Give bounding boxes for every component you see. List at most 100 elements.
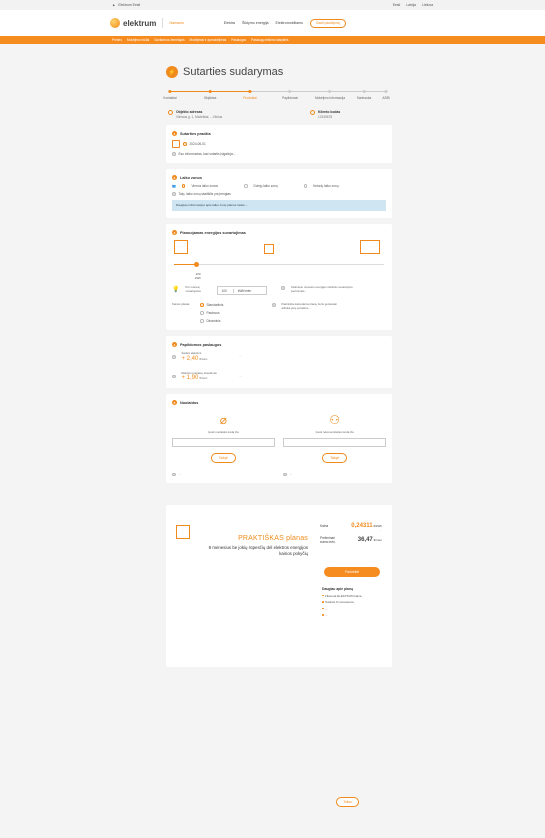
subnav-item-2[interactable]: Savitarnos žemėlapis [154, 38, 184, 42]
plan-icon [176, 525, 190, 540]
client-code-value: 12345678 [318, 115, 333, 119]
card-heading: 5 Nuolaidos [172, 400, 386, 406]
monthly-label: Preliminari suma mėn. [320, 536, 336, 545]
top-left-text[interactable]: Elektrum Eesti [118, 3, 140, 7]
subnav-item-0[interactable]: Prekės [112, 38, 122, 42]
plan-option-2[interactable]: Dinaminis [200, 319, 266, 323]
section-number-icon: 3 [172, 230, 177, 235]
people-icon: 👥 [172, 184, 176, 188]
promo-note: ... [178, 471, 181, 476]
plan-radio-1[interactable] [200, 311, 204, 315]
consumption-card: 3 Planuojamas energijos suvartojimas 100 … [166, 224, 392, 330]
price-label: Kaina [320, 524, 329, 529]
meter-checkbox[interactable] [172, 192, 176, 196]
promo-code-label: Įvesk nuolaidos kodą čia [208, 430, 239, 435]
step-0[interactable]: Kontaktai [163, 88, 177, 100]
main-nav: Elektra Šildymo energija Elektromobiliam… [224, 21, 303, 25]
info-icon [172, 472, 176, 477]
date-radio[interactable] [183, 142, 187, 146]
header-divider [162, 18, 164, 28]
subnav-item-3[interactable]: Mokėjimai ir apmokėjimas [190, 38, 227, 42]
step-4: Mokėjimo informacija [315, 88, 345, 100]
monthly-value: 36,47 [357, 537, 373, 544]
consumption-input-row: 💡 Per mėnesį suvartojama 100 kWh/mėn Kie… [172, 285, 386, 295]
benefit-item: ... [322, 613, 380, 617]
slider-readout: 100 kWh [192, 272, 204, 280]
step-dot [168, 89, 172, 93]
service-checkbox-1[interactable] [172, 374, 176, 379]
consumption-slider[interactable] [172, 240, 386, 272]
step-label: Objektas [203, 95, 217, 100]
start-date-value[interactable]: 2024-06-01 [190, 142, 206, 146]
bulb-icon: 💡 [172, 287, 180, 293]
referral-apply-wrap: Taikyti [283, 452, 386, 463]
service-checkbox-0[interactable] [172, 355, 176, 359]
step-dot [362, 89, 366, 93]
subnav-item-5[interactable]: Paslaugų teikimo taisyklės [251, 38, 288, 42]
link-country-1[interactable]: Latvija [406, 3, 416, 7]
plan-hint: Pasirinkite kainodaros planą, kuris geri… [281, 302, 337, 310]
subnav-item-4[interactable]: Paslaugos [231, 38, 246, 42]
promo-apply-wrap: Taikyti [172, 452, 275, 463]
service-box-0: Saulės elektrinė + 2,40 €/mėn [182, 351, 234, 361]
promo-code-column: ⌀ Įvesk nuolaidos kodą čia Taikyti ... [172, 413, 275, 477]
plan-option-0[interactable]: Standartinis [200, 303, 266, 307]
plan-radio-0[interactable] [200, 303, 204, 307]
logo[interactable]: elektrum [110, 18, 156, 28]
service-box-1: Elektros prietaisų draudimas + 1,90 €/mė… [182, 371, 234, 381]
apply-referral-button[interactable]: Taikyti [322, 452, 348, 463]
info-icon [272, 303, 276, 307]
select-plan-button[interactable]: Pasirinkti [324, 567, 380, 578]
service-unit-1: €/mėn [199, 376, 208, 381]
plan-option-1[interactable]: Pastovus [200, 311, 266, 315]
subnav-item-1[interactable]: Mokėjimo būdai [127, 38, 149, 42]
link-country-0[interactable]: Eesti [393, 3, 401, 7]
step-2[interactable]: Produktai [243, 88, 257, 100]
zone-note-row: Taip, laiko zonų skaitiklis yra įrengtas [172, 192, 386, 196]
zone-radio-2[interactable] [303, 184, 308, 188]
promo-note-row: ... [172, 471, 275, 477]
date-note: Esu informuotas, kad sutartis įsigalioja… [178, 152, 236, 156]
referral-icon: ⚇ [329, 413, 341, 428]
zone-label-1: Dviejų laiko zonų [253, 184, 278, 188]
plan-radio-2[interactable] [200, 319, 204, 323]
step-1[interactable]: Objektas [203, 88, 217, 100]
referral-code-label: Įvesk rekomendacijos kodą čia [315, 430, 354, 435]
info-icon [281, 286, 285, 290]
user-icon [310, 110, 315, 115]
card-heading: 1 Sutarties pradžia [172, 131, 386, 136]
slider-thumb[interactable] [194, 262, 199, 267]
zone-note: Taip, laiko zonų skaitiklis yra įrengtas [178, 192, 231, 196]
nav-item-2[interactable]: Elektromobiliams [276, 21, 303, 25]
service-row-0: Saulės elektrinė + 2,40 €/mėn ... [172, 351, 386, 362]
promo-code-input[interactable] [172, 437, 275, 447]
segment-select[interactable]: Namams [169, 21, 183, 25]
object-info: Objekto adresas Vilniaus g. 1, Mažeikiai,… [166, 110, 392, 119]
link-country-2[interactable]: Lietuva [422, 3, 433, 7]
location-icon [168, 110, 173, 115]
referral-code-input[interactable] [283, 437, 386, 447]
zone-radio-0[interactable] [181, 184, 186, 188]
top-utility-bar: ▲ Elektrum Eesti Eesti Latvija Lietuva [0, 0, 545, 10]
step-dot [208, 89, 212, 93]
apply-promo-button[interactable]: Taikyti [210, 452, 236, 463]
monthly-row: Preliminari suma mėn. 36,47 €/mėn [320, 536, 382, 544]
plan-option-label: Dinaminis [206, 319, 221, 323]
card-heading: 4 Papildomos paslaugos [172, 342, 386, 347]
step-5: Santrauka [356, 88, 372, 100]
benefit-item: Fiksuota ELEKTRUM kaina [322, 594, 380, 598]
monthly-unit: €/mėn [373, 538, 382, 543]
zone-radio-1[interactable] [244, 184, 248, 188]
next-button[interactable]: Toliau [336, 797, 359, 807]
consumption-hint: Kiekvieno mėnesio energijos vidutinio su… [290, 285, 353, 293]
nav-item-1[interactable]: Šildymo energija [242, 21, 269, 25]
consumption-input[interactable]: 100 kWh/mėn [217, 286, 268, 295]
section-number-icon: 2 [172, 175, 177, 180]
top-left: ▲ Elektrum Eesti [112, 3, 140, 7]
country-links: Eesti Latvija Lietuva [393, 3, 433, 7]
consumption-input-unit: kWh/mėn [232, 288, 251, 293]
nav-item-0[interactable]: Elektra [224, 21, 235, 25]
get-offer-button[interactable]: Gauti pasiūlymą [309, 18, 346, 28]
step-label: Santrauka [356, 95, 372, 100]
date-note-row: Esu informuotas, kad sutartis įsigalioja… [172, 152, 386, 156]
